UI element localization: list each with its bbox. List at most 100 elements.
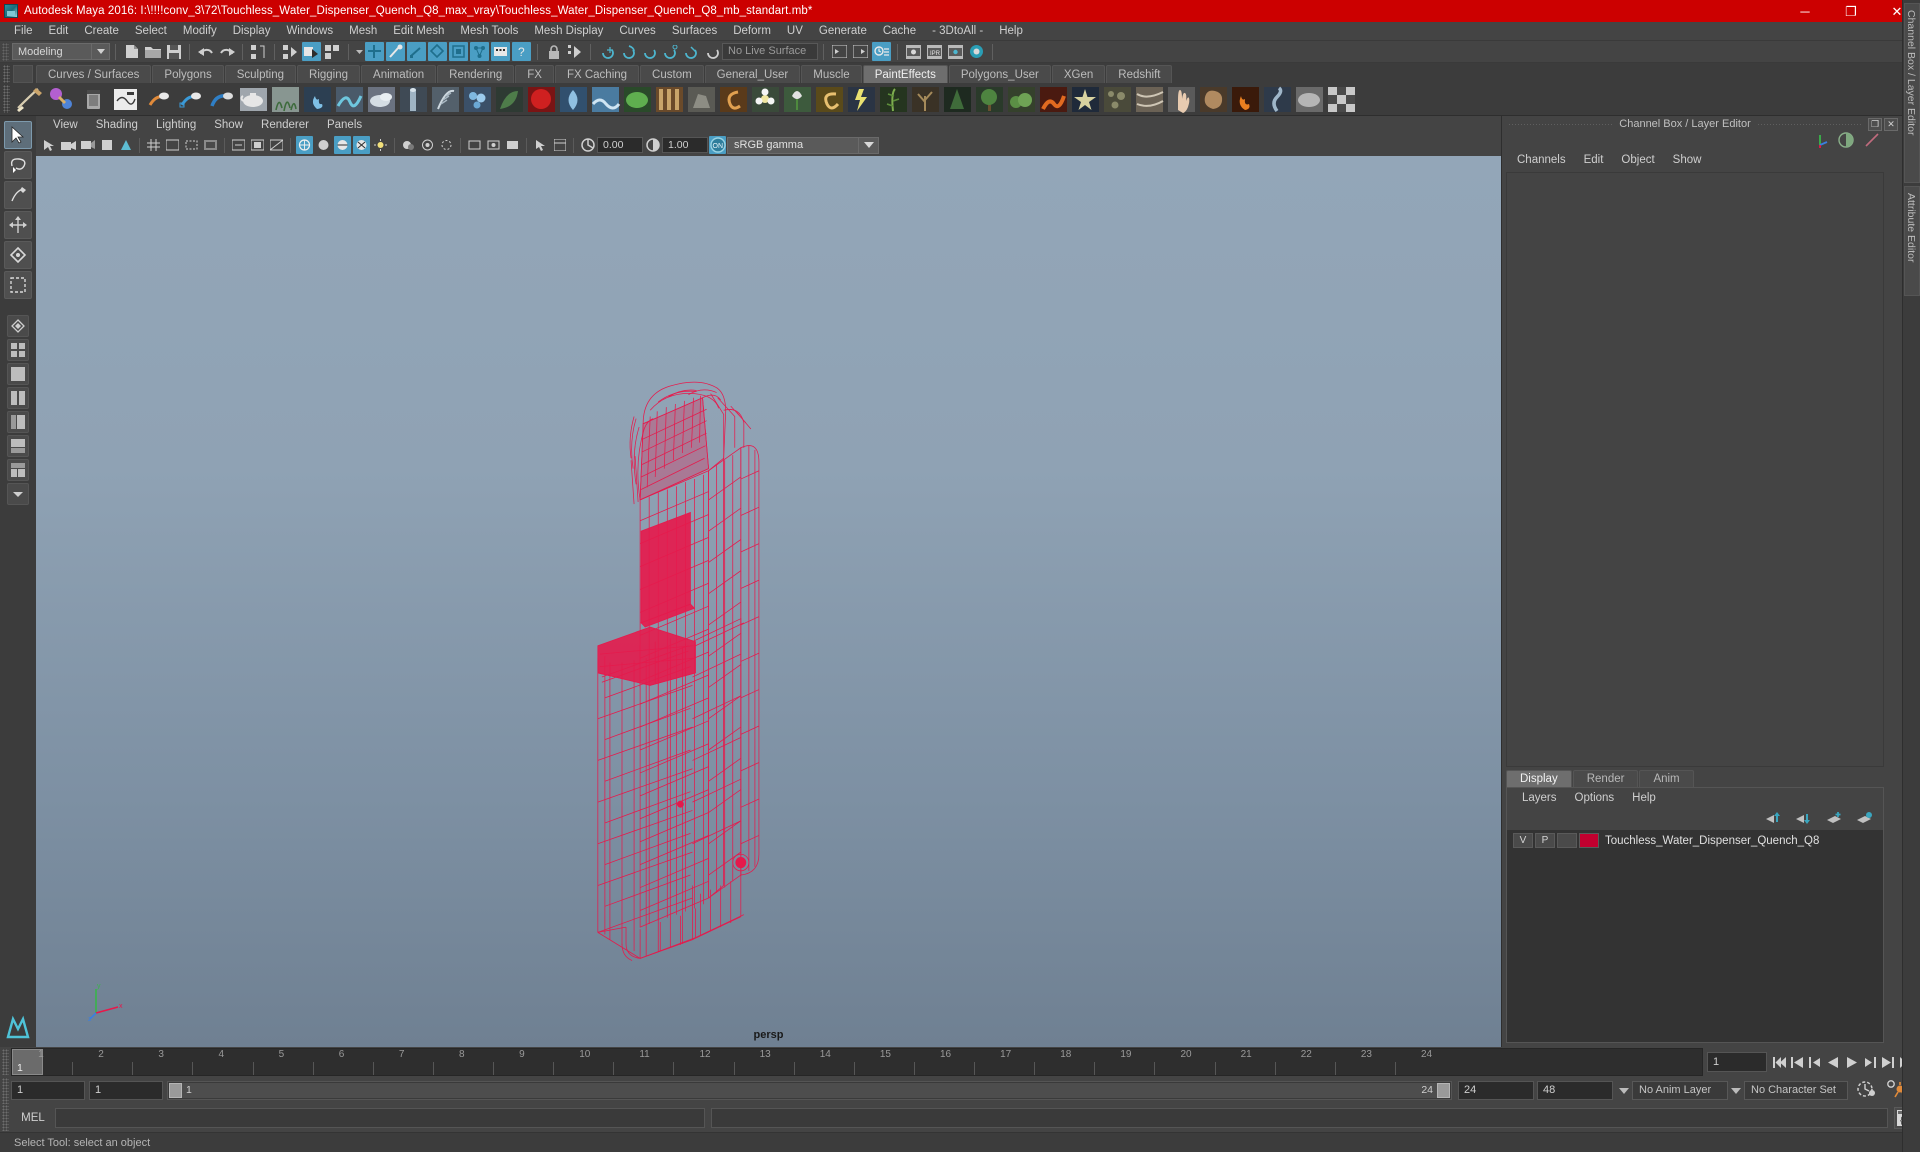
mask-hulls-icon[interactable] xyxy=(449,42,468,61)
menu-cache[interactable]: Cache xyxy=(875,22,924,41)
viewport-menu-shading[interactable]: Shading xyxy=(87,116,147,134)
grid-toggle-icon[interactable] xyxy=(145,136,162,154)
layer-name[interactable]: Touchless_Water_Dispenser_Quench_Q8 xyxy=(1605,835,1819,847)
range-bar[interactable]: 1 24 xyxy=(167,1081,1452,1100)
tex-tube-icon[interactable] xyxy=(398,84,429,115)
color-profile-selector[interactable]: sRGB gamma xyxy=(727,136,859,154)
command-language-label[interactable]: MEL xyxy=(11,1112,55,1124)
character-set-dropdown-arrow[interactable] xyxy=(1728,1081,1744,1100)
mask-lines-icon[interactable] xyxy=(407,42,426,61)
render-settings-icon[interactable] xyxy=(946,42,965,61)
save-scene-icon[interactable] xyxy=(164,42,183,61)
move-layer-up-icon[interactable] xyxy=(1765,811,1783,828)
channel-box-content[interactable] xyxy=(1506,172,1884,767)
shelf-tab-fx[interactable]: FX xyxy=(515,65,554,83)
shelf-tab-animation[interactable]: Animation xyxy=(361,65,437,83)
play-forwards-button[interactable] xyxy=(1843,1052,1860,1072)
tex-ribbon-icon[interactable] xyxy=(334,84,365,115)
play-backwards-button[interactable] xyxy=(1825,1052,1842,1072)
command-input-field[interactable] xyxy=(55,1108,705,1128)
select-by-hierarchy-icon[interactable] xyxy=(249,42,268,61)
step-forward-key-button[interactable] xyxy=(1879,1052,1896,1072)
irc-render-icon[interactable]: IPR xyxy=(925,42,944,61)
shelf-icons-grip[interactable] xyxy=(3,85,10,113)
shelf-options-button[interactable] xyxy=(13,65,33,83)
gamma-value-field[interactable]: 1.00 xyxy=(662,137,708,153)
shelf-grip[interactable] xyxy=(3,65,10,83)
layer-menu-help[interactable]: Help xyxy=(1623,788,1665,808)
exposure-toggle-icon[interactable] xyxy=(230,136,247,154)
snap-projected-center-icon[interactable] xyxy=(660,42,679,61)
playback-start-field[interactable]: 1 xyxy=(11,1081,85,1100)
viewport-menu-lighting[interactable]: Lighting xyxy=(147,116,205,134)
shelf-tab-custom[interactable]: Custom xyxy=(640,65,704,83)
shelf-tab-fx-caching[interactable]: FX Caching xyxy=(554,65,640,83)
menuset-selector[interactable]: Modeling xyxy=(12,43,92,60)
range-slider-grip[interactable] xyxy=(2,1077,9,1104)
mask-points-icon[interactable] xyxy=(386,42,405,61)
shelf-tab-curves-surfaces[interactable]: Curves / Surfaces xyxy=(36,65,152,83)
image-plane-icon[interactable] xyxy=(98,136,115,154)
two-sided-lighting-icon[interactable] xyxy=(117,136,134,154)
snap-curves-icon[interactable] xyxy=(618,42,637,61)
tex-grass-icon[interactable] xyxy=(270,84,301,115)
film-gate-icon[interactable] xyxy=(164,136,181,154)
screen-space-ao-icon[interactable] xyxy=(419,136,436,154)
tex-leaf-dark-icon[interactable] xyxy=(494,84,525,115)
vertical-tab-channel-box[interactable]: Channel Box / Layer Editor xyxy=(1904,3,1920,183)
layer-tab-display[interactable]: Display xyxy=(1506,770,1572,787)
make-live-icon[interactable] xyxy=(702,42,721,61)
select-hierarchy-root-icon[interactable] xyxy=(281,42,300,61)
layer-playback-toggle[interactable]: P xyxy=(1535,833,1555,848)
tex-shell-icon[interactable] xyxy=(1198,84,1229,115)
vertical-tab-attribute-editor[interactable]: Attribute Editor xyxy=(1904,186,1920,296)
layout-more-button[interactable] xyxy=(7,483,29,505)
tex-lightning-icon[interactable] xyxy=(846,84,877,115)
menu-uv[interactable]: UV xyxy=(779,22,811,41)
select-by-component-icon[interactable] xyxy=(323,42,342,61)
textured-icon[interactable] xyxy=(353,136,370,154)
tex-branch-icon[interactable] xyxy=(910,84,941,115)
bookmark-icon[interactable] xyxy=(79,136,96,154)
layout-single-view-button[interactable] xyxy=(7,363,29,385)
current-frame-field[interactable]: 1 xyxy=(1707,1052,1767,1072)
step-forward-frame-button[interactable] xyxy=(1861,1052,1878,1072)
render-current-frame-icon[interactable] xyxy=(904,42,923,61)
tex-bush-icon[interactable] xyxy=(1006,84,1037,115)
tex-checker-icon[interactable] xyxy=(1326,84,1357,115)
move-tool-button[interactable] xyxy=(4,211,32,239)
layer-visibility-toggle[interactable]: V xyxy=(1513,833,1533,848)
open-scene-icon[interactable] xyxy=(143,42,162,61)
menu-3dtoall[interactable]: - 3DtoAll - xyxy=(924,22,991,41)
tex-stripes-icon[interactable] xyxy=(654,84,685,115)
shelf-tab-painteffects[interactable]: PaintEffects xyxy=(862,65,948,83)
go-to-start-button[interactable] xyxy=(1771,1052,1788,1072)
layer-tab-anim[interactable]: Anim xyxy=(1639,770,1694,787)
shaded-wireframe-icon[interactable] xyxy=(334,136,351,154)
mask-handles-icon[interactable] xyxy=(365,42,384,61)
use-all-lights-icon[interactable] xyxy=(372,136,389,154)
shelf-tab-polygons[interactable]: Polygons xyxy=(152,65,224,83)
select-camera-icon[interactable] xyxy=(41,136,58,154)
open-attribute-editor-icon[interactable] xyxy=(872,42,891,61)
layer-row[interactable]: V P Touchless_Water_Dispenser_Quench_Q8 xyxy=(1507,832,1883,849)
range-end-handle[interactable] xyxy=(1437,1083,1450,1098)
open-hypergraph-icon[interactable] xyxy=(851,42,870,61)
layout-two-pane-button[interactable] xyxy=(7,387,29,409)
viewport-menu-renderer[interactable]: Renderer xyxy=(252,116,318,134)
paint-can-icon[interactable] xyxy=(78,84,109,115)
viewport-render-icon[interactable] xyxy=(504,136,521,154)
tex-red-sphere-icon[interactable] xyxy=(526,84,557,115)
layer-menu-layers[interactable]: Layers xyxy=(1513,788,1566,808)
anim-layer-selector[interactable]: No Anim Layer xyxy=(1632,1081,1728,1100)
select-tool-button[interactable] xyxy=(4,121,32,149)
paint-stroke-blue-icon[interactable] xyxy=(174,84,205,115)
menu-edit[interactable]: Edit xyxy=(41,22,77,41)
auto-keyframe-toggle[interactable] xyxy=(1856,1080,1876,1101)
resolution-gate-icon[interactable] xyxy=(183,136,200,154)
wireframe-shading-icon[interactable] xyxy=(296,136,313,154)
anim-layer-dropdown-arrow[interactable] xyxy=(1616,1081,1632,1100)
shelf-tab-redshift[interactable]: Redshift xyxy=(1106,65,1173,83)
maximize-button[interactable]: ❐ xyxy=(1828,0,1874,22)
tex-fire-blue-icon[interactable] xyxy=(302,84,333,115)
